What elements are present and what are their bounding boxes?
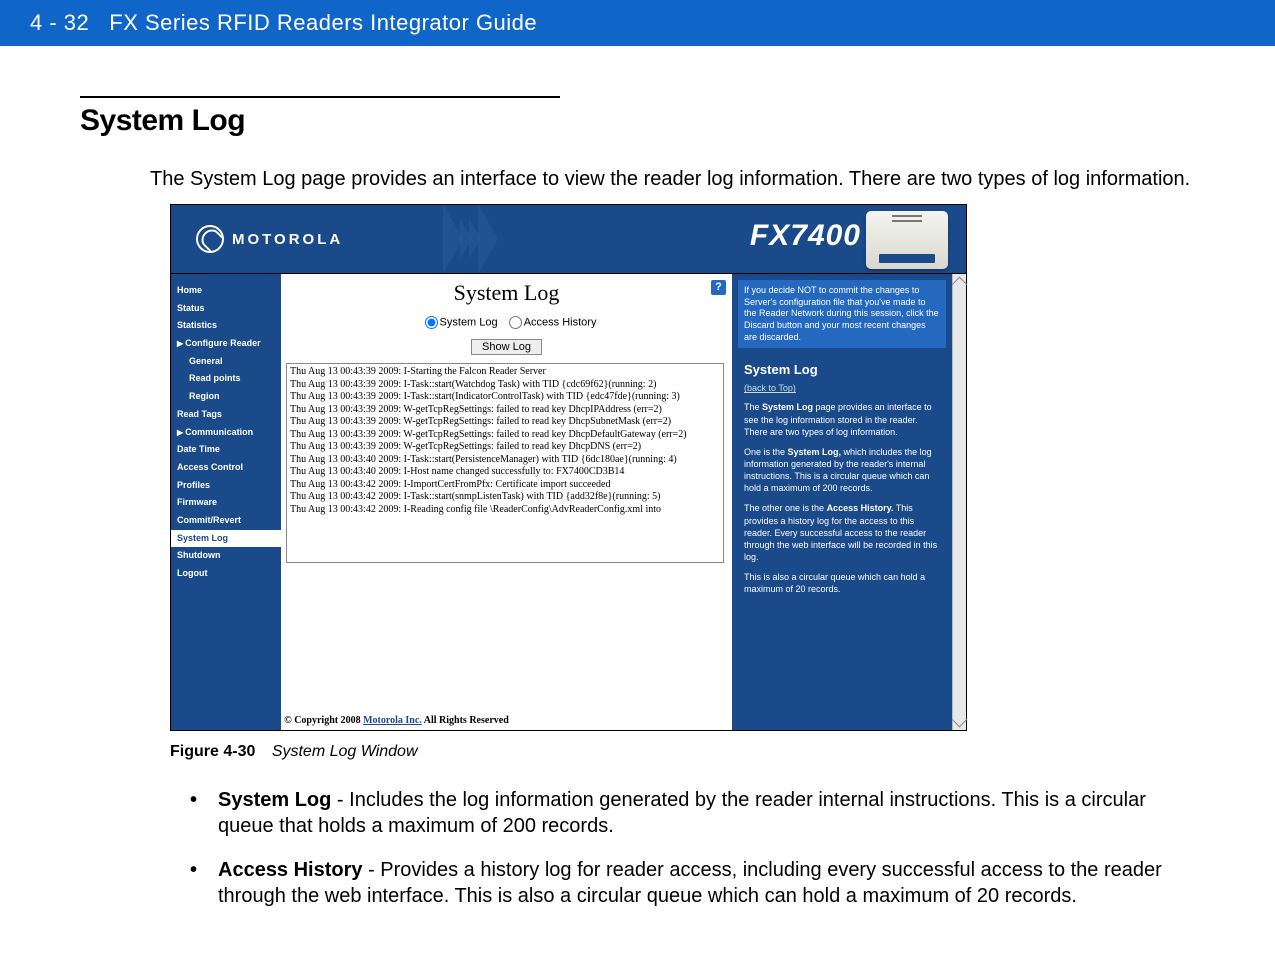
help-p1b: System Log [762, 402, 813, 412]
show-log-button[interactable]: Show Log [471, 339, 542, 355]
help-p3a: The other one is the [744, 503, 827, 513]
definition-list: System Log - Includes the log informatio… [190, 787, 1195, 909]
sidebar-item-system-log[interactable]: System Log [171, 530, 281, 548]
chevron-right-icon: ▶ [177, 339, 183, 348]
product-model-label: FX7400 [750, 219, 861, 253]
panel-title: System Log [281, 280, 732, 306]
screenshot-body: HomeStatusStatistics▶Configure ReaderGen… [170, 274, 967, 731]
sidebar-item-label: Status [177, 303, 205, 313]
sidebar-item-access-control[interactable]: Access Control [171, 459, 281, 477]
commit-warning-box: If you decide NOT to commit the changes … [738, 280, 946, 348]
sidebar-item-firmware[interactable]: Firmware [171, 494, 281, 512]
help-p1a: The [744, 402, 762, 412]
doc-header: 4 - 32 FX Series RFID Readers Integrator… [0, 0, 1275, 46]
sidebar-item-communication[interactable]: ▶Communication [171, 424, 281, 442]
radio-access-history-label: Access History [524, 316, 597, 328]
sidebar-item-label: Region [189, 391, 220, 401]
sidebar-item-label: Logout [177, 568, 208, 578]
help-p3b: Access History. [827, 503, 894, 513]
figure-label: Figure 4-30 [170, 743, 255, 760]
help-back-link[interactable]: (back to Top) [738, 383, 946, 393]
list-item: Access History - Provides a history log … [190, 857, 1195, 909]
sidebar-item-label: Commit/Revert [177, 515, 241, 525]
log-output-text: Thu Aug 13 00:43:39 2009: I-Starting the… [287, 364, 723, 518]
sidebar-item-label: General [189, 356, 223, 366]
doc-title: FX Series RFID Readers Integrator Guide [109, 10, 537, 36]
sidebar-item-label: Read points [189, 373, 241, 383]
scrollbar-vertical[interactable] [952, 274, 966, 730]
sidebar-item-label: System Log [177, 533, 228, 543]
screenshot-figure: MOTOROLA FX7400 HomeStatusStatistics▶Con… [170, 204, 967, 731]
sidebar-item-home[interactable]: Home [171, 282, 281, 300]
sidebar-item-statistics[interactable]: Statistics [171, 317, 281, 335]
radio-system-log-label: System Log [440, 316, 498, 328]
footer-copyright-prefix: © Copyright 2008 [284, 715, 363, 726]
page-content: System Log The System Log page provides … [0, 46, 1275, 967]
figure-caption: Figure 4-30 System Log Window [170, 743, 1195, 761]
help-p4: This is also a circular queue which can … [744, 571, 940, 595]
sidebar-item-date-time[interactable]: Date Time [171, 441, 281, 459]
help-panel-body: The System Log page provides an interfac… [738, 401, 946, 611]
footer-link[interactable]: Motorola Inc. [363, 715, 422, 726]
help-panel-heading: System Log [738, 348, 946, 381]
sidebar-nav: HomeStatusStatistics▶Configure ReaderGen… [171, 274, 281, 730]
sidebar-item-label: Profiles [177, 480, 210, 490]
sidebar-item-label: Access Control [177, 462, 243, 472]
sidebar-item-general[interactable]: General [171, 353, 281, 371]
sidebar-item-label: Firmware [177, 497, 217, 507]
chevron-right-icon: ▶ [177, 428, 183, 437]
list-item: System Log - Includes the log informatio… [190, 787, 1195, 839]
radio-system-log[interactable] [425, 316, 438, 329]
sidebar-item-label: Statistics [177, 320, 217, 330]
section-heading: System Log [80, 104, 1195, 138]
page-number: 4 - 32 [30, 10, 89, 36]
sidebar-item-read-points[interactable]: Read points [171, 370, 281, 388]
sidebar-item-label: Shutdown [177, 550, 221, 560]
sidebar-item-commit-revert[interactable]: Commit/Revert [171, 512, 281, 530]
sidebar-item-logout[interactable]: Logout [171, 565, 281, 583]
product-image [866, 211, 948, 269]
footer-copyright-suffix: All Rights Reserved [422, 715, 509, 726]
motorola-logo-text: MOTOROLA [232, 231, 343, 248]
term-access-history: Access History [218, 859, 363, 881]
motorola-logo-icon [196, 225, 224, 253]
sidebar-item-label: Home [177, 285, 202, 295]
sidebar-item-profiles[interactable]: Profiles [171, 477, 281, 495]
motorola-logo: MOTOROLA [196, 225, 343, 253]
term-system-log: System Log [218, 789, 331, 811]
sidebar-item-status[interactable]: Status [171, 300, 281, 318]
sidebar-item-label: Read Tags [177, 409, 222, 419]
main-panel: ? System Log System Log Access History S… [281, 274, 732, 730]
screenshot-banner: MOTOROLA FX7400 [170, 204, 967, 274]
section-intro: The System Log page provides an interfac… [150, 166, 1195, 192]
sidebar-item-label: Communication [185, 427, 253, 437]
sidebar-item-region[interactable]: Region [171, 388, 281, 406]
sidebar-item-read-tags[interactable]: Read Tags [171, 406, 281, 424]
sidebar-item-label: Date Time [177, 444, 220, 454]
sidebar-item-label: Configure Reader [185, 338, 261, 348]
log-output-box[interactable]: Thu Aug 13 00:43:39 2009: I-Starting the… [286, 363, 724, 563]
help-panel: If you decide NOT to commit the changes … [732, 274, 952, 730]
banner-chevron-icon [446, 205, 498, 273]
desc-system-log: - Includes the log information generated… [218, 789, 1146, 837]
help-icon[interactable]: ? [711, 280, 726, 295]
radio-access-history[interactable] [509, 316, 522, 329]
screenshot-footer: © Copyright 2008 Motorola Inc. All Right… [281, 715, 512, 726]
help-p2b: System Log, [788, 447, 842, 457]
section-rule [80, 96, 560, 98]
sidebar-item-configure-reader[interactable]: ▶Configure Reader [171, 335, 281, 353]
sidebar-item-shutdown[interactable]: Shutdown [171, 547, 281, 565]
log-type-radio-group: System Log Access History [281, 316, 732, 329]
help-p2a: One is the [744, 447, 788, 457]
figure-title: System Log Window [272, 743, 418, 760]
show-log-row: Show Log [281, 337, 732, 355]
